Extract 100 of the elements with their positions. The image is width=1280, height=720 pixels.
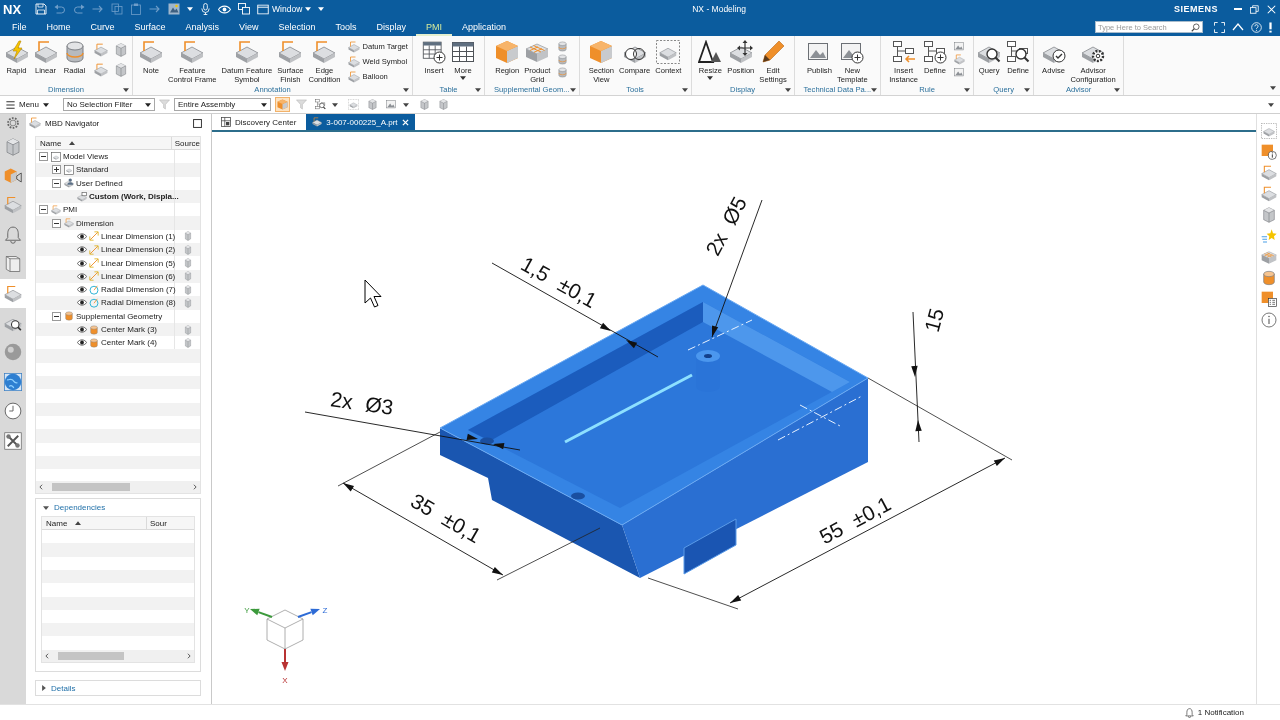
windows-icon[interactable] [238,3,251,15]
section-header[interactable]: Dependencies [41,499,195,516]
tree-item[interactable]: Radial Dimension (8) [36,296,200,310]
document-tab[interactable]: 3-007-000225_A.prt [306,114,415,130]
tree-item[interactable]: Linear Dimension (5) [36,256,200,270]
menu-tab[interactable]: Tools [325,18,367,36]
caret-icon[interactable] [261,102,267,107]
tree-item[interactable]: Center Mark (3) [36,322,200,337]
expander-icon[interactable] [39,205,48,215]
expander-icon[interactable] [52,165,61,175]
assembly-scope-dropdown[interactable]: Entire Assembly [174,98,271,111]
caret-icon[interactable] [1114,87,1121,92]
expander-icon[interactable] [52,311,61,321]
maximize-icon[interactable] [193,118,202,128]
tile-list-icon[interactable] [1260,291,1277,307]
caret-icon[interactable] [403,102,409,107]
caret-icon[interactable] [123,87,129,92]
chevron-right-icon[interactable] [193,484,197,490]
eye-icon[interactable] [77,246,87,254]
chevron-left-icon[interactable] [39,484,43,490]
toolbar-button[interactable] [417,97,432,112]
menu-tab[interactable]: Analysis [175,18,230,36]
window-menu[interactable]: Window [257,3,312,15]
info-icon[interactable] [1260,312,1277,328]
menu-tab[interactable]: File [2,18,37,36]
star-lines-icon[interactable] [1260,228,1277,244]
horizontal-scrollbar[interactable] [42,650,194,662]
restore-icon[interactable] [1250,4,1259,14]
cylinder-icon[interactable] [1260,270,1277,286]
tree-item[interactable]: Radial Dimension (7) [36,282,200,297]
close-icon[interactable] [1267,4,1276,14]
disclosure-icon[interactable] [43,505,49,510]
grid-block-icon[interactable] [1260,249,1277,265]
menu-tab[interactable]: Home [36,18,81,36]
caret-icon[interactable] [1270,86,1276,90]
column-header[interactable]: Sour [147,517,167,529]
column-header[interactable]: Name [42,517,147,529]
toolbar-button[interactable] [436,97,451,112]
caret-icon[interactable] [460,76,466,80]
menu-tab[interactable]: Display [366,18,416,36]
caret-icon[interactable] [681,87,688,92]
column-header[interactable]: Name [36,137,172,149]
expander-icon[interactable] [52,178,61,188]
picture-frame-icon[interactable] [953,41,965,52]
help-icon[interactable] [1251,21,1262,33]
menu-tab[interactable]: Application [452,18,517,36]
eye-icon[interactable] [77,286,87,294]
tree-item[interactable]: Dimension [36,216,200,230]
caret-icon[interactable] [332,102,338,107]
eye-icon[interactable] [77,339,87,347]
plate-icon[interactable] [93,63,108,77]
eye-icon[interactable] [77,326,87,333]
selection-filter-dropdown[interactable]: No Selection Filter [63,98,155,111]
clipboard-icon[interactable] [130,3,143,15]
document-tab[interactable]: Discovery Center [215,114,303,130]
arrow-icon[interactable] [149,3,162,15]
eye-icon[interactable] [77,232,87,240]
plate-icon[interactable] [93,43,108,57]
undo-icon[interactable] [54,3,67,15]
section-header[interactable]: Details [35,680,201,696]
tree-item[interactable]: Standard [36,163,200,177]
image-icon[interactable] [168,3,181,15]
menu-tab[interactable]: View [229,18,269,36]
tree-item[interactable]: Linear Dimension (6) [36,269,200,283]
caret-icon[interactable] [403,87,409,92]
dashed-frame-icon[interactable] [1260,123,1277,139]
caret-icon[interactable] [43,102,49,107]
eye-icon[interactable] [77,272,87,280]
eye-icon[interactable] [77,259,87,267]
tree-item[interactable]: Custom (Work, Displa... [36,189,200,204]
expander-icon[interactable] [39,152,48,162]
toolbar-button[interactable] [365,97,380,112]
cube-icon[interactable] [1260,207,1277,223]
chevron-left-icon[interactable] [45,653,49,659]
eye-icon[interactable] [77,299,87,307]
caret-icon[interactable] [1024,87,1031,92]
column-header[interactable]: Source [171,137,200,149]
plate-icon[interactable] [1260,186,1277,202]
tree-item[interactable]: Model Views [36,150,200,164]
redo-icon[interactable] [73,3,86,15]
chevron-up-icon[interactable] [1232,23,1244,31]
close-icon[interactable] [401,118,409,126]
caret-icon[interactable] [871,87,878,92]
scroll-thumb[interactable] [52,483,130,491]
expander-icon[interactable] [52,218,61,228]
save-icon[interactable] [35,3,48,15]
tree-item[interactable]: PMI [36,203,200,217]
caret-icon[interactable] [964,87,971,92]
sidebar-tab[interactable] [0,278,26,309]
tree-item[interactable]: Center Mark (4) [36,336,200,350]
tree-item[interactable]: Supplemental Geometry [36,309,200,323]
caret-icon[interactable] [187,7,194,11]
tile-info-icon[interactable] [1260,144,1277,160]
alert-icon[interactable] [1269,21,1272,33]
notification-button[interactable]: 1 Notification [1184,707,1244,718]
menu-tab[interactable]: Surface [124,18,176,36]
arrow-icon[interactable] [92,3,105,15]
menu-tab[interactable]: Curve [80,18,125,36]
tree-item[interactable]: Linear Dimension (2) [36,243,200,257]
horizontal-scrollbar[interactable] [36,481,200,493]
